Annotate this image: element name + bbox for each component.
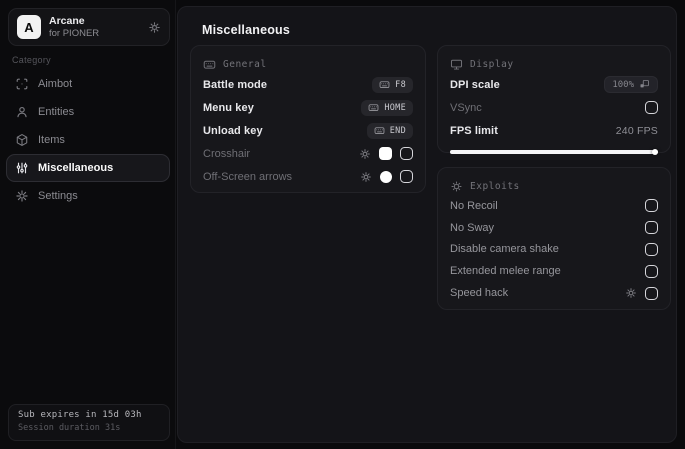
sidebar-item-settings[interactable]: Settings: [6, 182, 170, 210]
menu-key-label: Menu key: [203, 101, 254, 114]
keyboard-icon: [203, 58, 216, 71]
app-logo: A: [17, 15, 41, 39]
gear-icon[interactable]: [360, 171, 372, 183]
crosshair-color-swatch[interactable]: [379, 147, 392, 160]
cube-icon: [15, 133, 29, 147]
no-recoil-checkbox[interactable]: [645, 199, 658, 213]
sidebar-item-entities[interactable]: Entities: [6, 98, 170, 126]
sidebar-item-label: Miscellaneous: [38, 162, 114, 174]
sidebar-item-aimbot[interactable]: Aimbot: [6, 70, 170, 98]
disable-camera-shake-label: Disable camera shake: [450, 243, 559, 256]
vsync-checkbox[interactable]: [645, 101, 658, 114]
offscreen-arrows-color-swatch[interactable]: [380, 170, 392, 183]
extended-melee-range-row: Extended melee range: [450, 260, 658, 282]
unload-key-keybind[interactable]: END: [366, 122, 413, 139]
speed-hack-checkbox[interactable]: [645, 286, 658, 300]
speed-hack-label: Speed hack: [450, 287, 509, 300]
offscreen-arrows-label: Off-Screen arrows: [203, 170, 293, 183]
unload-key-row: Unload key END: [203, 119, 413, 142]
dpi-scale-label: DPI scale: [450, 78, 500, 91]
unload-key-label: Unload key: [203, 124, 263, 137]
display-panel: Display DPI scale 100% VSync FPS limit 2…: [437, 45, 671, 155]
person-icon: [15, 105, 29, 119]
sidebar: A Arcane for PIONER Category Aimbot Enti…: [0, 0, 176, 449]
gear-icon[interactable]: [148, 21, 161, 34]
sliders-icon: [15, 161, 29, 175]
offscreen-arrows-row: Off-Screen arrows: [203, 165, 413, 188]
session-duration-text: Session duration 31s: [18, 423, 121, 433]
vsync-row: VSync: [450, 96, 658, 119]
no-sway-checkbox[interactable]: [645, 221, 658, 235]
battle-mode-row: Battle mode F8: [203, 73, 413, 96]
no-recoil-row: No Recoil: [450, 195, 658, 217]
crosshair-row: Crosshair: [203, 142, 413, 165]
sidebar-item-label: Entities: [38, 106, 75, 118]
gear-icon[interactable]: [359, 148, 371, 160]
sidebar-item-label: Settings: [38, 190, 78, 202]
menu-key-row: Menu key HOME: [203, 96, 413, 119]
keyboard-icon: [379, 79, 390, 90]
sub-expires-text: Sub expires in 15d 03h: [18, 410, 142, 420]
slider-track: [450, 150, 658, 154]
sidebar-nav: Aimbot Entities Items Miscellaneous Sett…: [6, 70, 170, 210]
sidebar-item-items[interactable]: Items: [6, 126, 170, 154]
fps-limit-row: FPS limit 240 FPS: [450, 119, 658, 142]
vsync-label: VSync: [450, 101, 482, 114]
battle-mode-keybind[interactable]: F8: [372, 76, 413, 93]
slider-knob[interactable]: [651, 148, 658, 155]
general-panel-title: General: [223, 58, 267, 70]
battle-mode-label: Battle mode: [203, 78, 268, 91]
virus-icon: [450, 180, 463, 193]
fps-limit-value: 240 FPS: [615, 124, 658, 137]
keyboard-icon: [368, 102, 379, 113]
page-title: Miscellaneous: [202, 23, 291, 37]
extended-melee-range-checkbox[interactable]: [645, 264, 658, 278]
speed-hack-row: Speed hack: [450, 282, 658, 304]
category-label: Category: [12, 55, 51, 65]
viewfinder-icon: [15, 77, 29, 91]
gear-icon[interactable]: [625, 287, 637, 299]
crosshair-label: Crosshair: [203, 147, 251, 160]
menu-key-keybind[interactable]: HOME: [361, 99, 413, 116]
fps-limit-label: FPS limit: [450, 124, 498, 137]
general-panel: General Battle mode F8 Menu key HOME Unl…: [190, 45, 426, 193]
crosshair-checkbox[interactable]: [400, 147, 413, 160]
gear-icon: [15, 189, 29, 203]
extended-melee-range-label: Extended melee range: [450, 265, 561, 278]
fps-limit-slider[interactable]: [450, 148, 658, 155]
dpi-scale-select[interactable]: 100%: [604, 76, 658, 93]
no-sway-row: No Sway: [450, 217, 658, 239]
sidebar-item-label: Items: [38, 134, 65, 146]
sidebar-item-miscellaneous[interactable]: Miscellaneous: [6, 154, 170, 182]
display-panel-title: Display: [470, 58, 514, 70]
dpi-scale-row: DPI scale 100%: [450, 73, 658, 96]
no-sway-label: No Sway: [450, 221, 495, 234]
subscription-card: Sub expires in 15d 03h Session duration …: [8, 404, 170, 441]
monitor-icon: [450, 58, 463, 71]
app-window: A Arcane for PIONER Category Aimbot Enti…: [0, 0, 685, 449]
sidebar-item-label: Aimbot: [38, 78, 73, 90]
exploits-panel: Exploits No Recoil No Sway Disable camer…: [437, 167, 671, 310]
no-recoil-label: No Recoil: [450, 199, 498, 212]
app-name: Arcane: [49, 14, 85, 27]
main-content: Miscellaneous General Battle mode F8 Men…: [177, 6, 677, 443]
keyboard-icon: [374, 125, 385, 136]
offscreen-arrows-checkbox[interactable]: [400, 170, 413, 183]
exploits-panel-title: Exploits: [470, 180, 520, 192]
app-subtitle: for PIONER: [49, 27, 100, 39]
scale-icon: [639, 79, 650, 90]
brand-card: A Arcane for PIONER: [8, 8, 170, 46]
disable-camera-shake-row: Disable camera shake: [450, 239, 658, 261]
disable-camera-shake-checkbox[interactable]: [645, 242, 658, 256]
